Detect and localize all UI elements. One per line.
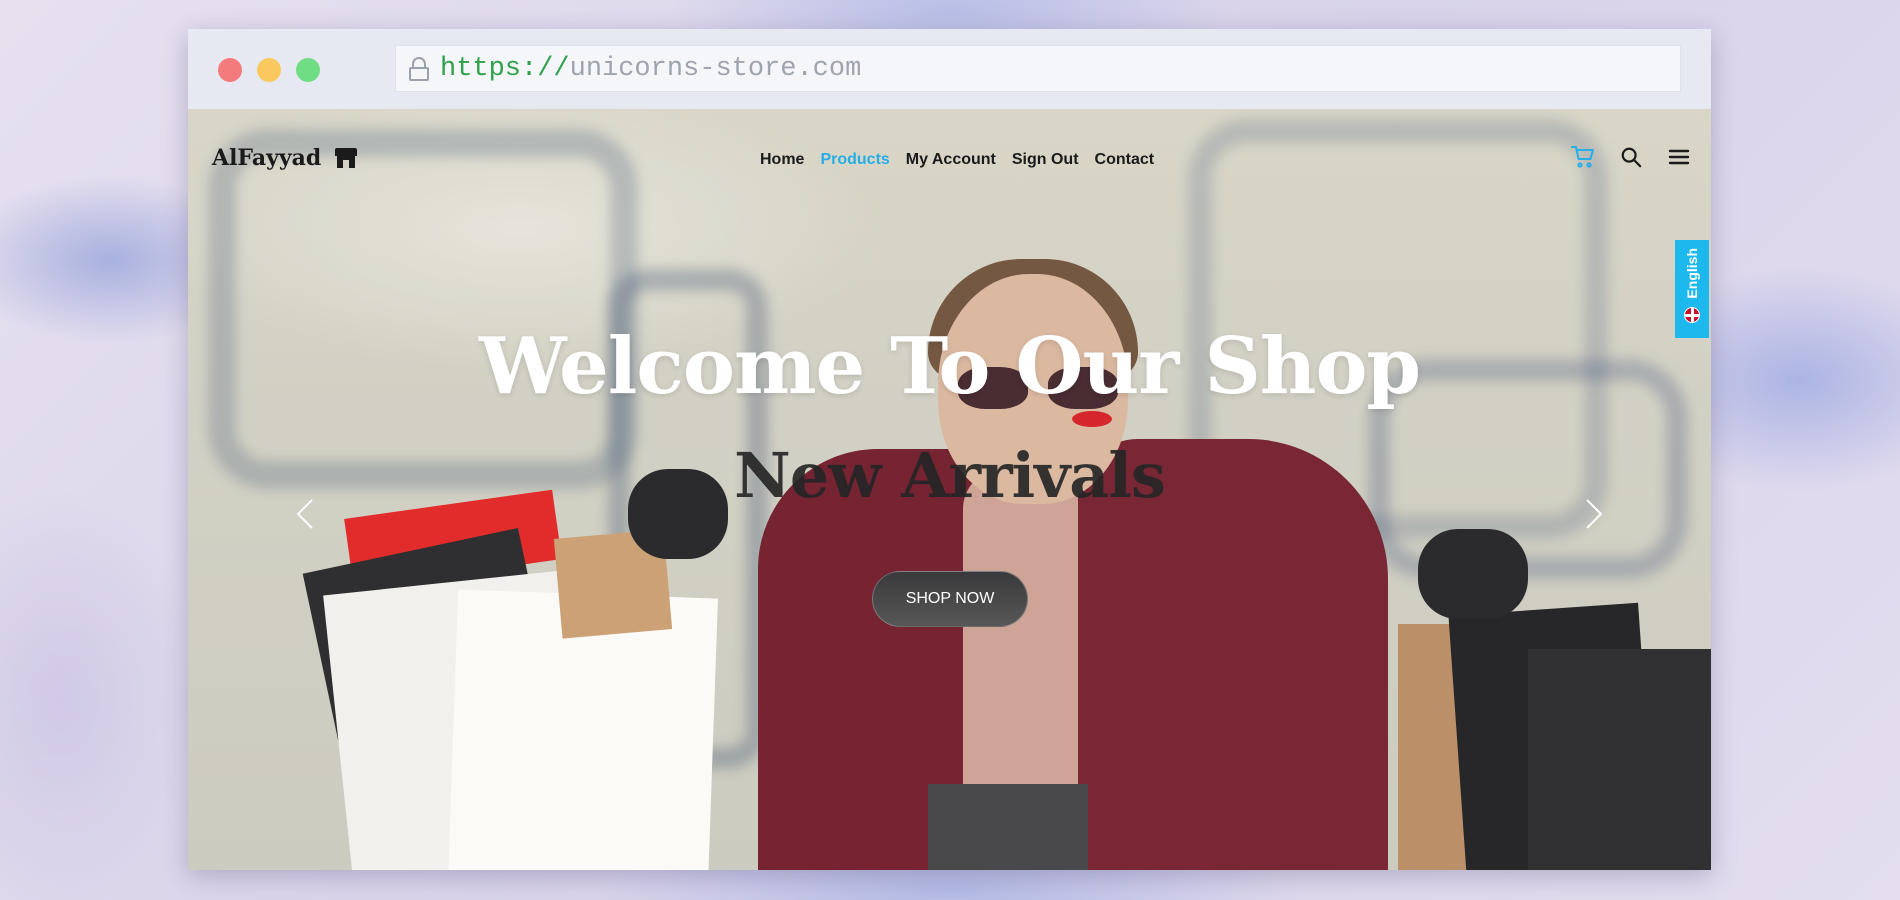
search-icon[interactable]	[1619, 145, 1643, 169]
url-host: unicorns-store.com	[569, 53, 862, 84]
brand-name: AlFayyad	[212, 145, 322, 171]
hamburger-menu-icon[interactable]	[1667, 145, 1691, 169]
nav-my-account-link[interactable]: My Account	[906, 151, 996, 169]
store-icon	[335, 148, 358, 168]
carousel-prev-arrow-icon[interactable]	[288, 494, 322, 534]
carousel-next-arrow-icon[interactable]	[1577, 494, 1611, 534]
window-maximize-button[interactable]	[296, 58, 320, 82]
main-menu: Home Products My Account Sign Out Contac…	[760, 151, 1154, 169]
window-close-button[interactable]	[218, 58, 242, 82]
address-bar[interactable]: https://unicorns-store.com	[395, 45, 1681, 92]
nav-products-link[interactable]: Products	[820, 151, 889, 169]
site-logo[interactable]: AlFayyad	[212, 145, 358, 171]
nav-sign-out-link[interactable]: Sign Out	[1012, 151, 1079, 169]
hero-headline: Welcome To Our Shop	[478, 321, 1421, 412]
language-label: English	[1684, 248, 1700, 299]
cart-icon[interactable]	[1571, 145, 1595, 169]
window-minimize-button[interactable]	[257, 58, 281, 82]
shop-now-button[interactable]: SHOP NOW	[872, 571, 1028, 627]
nav-home-link[interactable]: Home	[760, 151, 804, 169]
browser-window: https://unicorns-store.com AlFayyad Home…	[188, 29, 1711, 870]
site-header: AlFayyad Home Products My Account Sign O…	[188, 109, 1711, 219]
nav-contact-link[interactable]: Contact	[1095, 151, 1155, 169]
header-actions	[1571, 145, 1691, 169]
hero-subheadline: New Arrivals	[734, 439, 1166, 512]
browser-toolbar: https://unicorns-store.com	[188, 29, 1711, 109]
hero-banner: AlFayyad Home Products My Account Sign O…	[188, 109, 1711, 870]
lock-icon	[408, 56, 430, 81]
url-scheme: https://	[440, 53, 570, 84]
